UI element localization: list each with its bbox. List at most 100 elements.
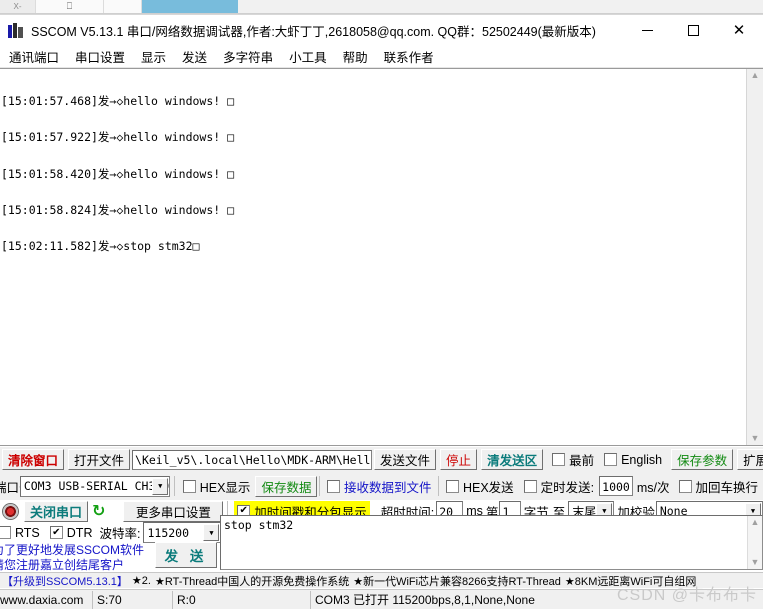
minimize-button[interactable]: [624, 15, 670, 46]
port-combo-value: COM3 USB-SERIAL CH340: [23, 479, 170, 493]
strip-tab-active[interactable]: [142, 0, 238, 13]
sscom-window: SSCOM V5.13.1 串口/网络数据调试器,作者:大虾丁丁,2618058…: [0, 14, 763, 609]
stop-button[interactable]: 停止: [440, 449, 478, 470]
file-path-field[interactable]: \Keil_v5\.local\Hello\MDK-ARM\Hello.uvpr…: [132, 449, 373, 470]
ad-wifi-8km[interactable]: ★8KM远距离WiFi可自组网: [563, 573, 698, 588]
send-scroll-up-icon[interactable]: ▲: [751, 518, 760, 527]
more-settings-button[interactable]: 更多串口设置: [123, 500, 224, 522]
topmost-label: 最前: [569, 454, 595, 468]
menu-bar: 通讯端口 串口设置 显示 发送 多字符串 小工具 帮助 联系作者: [0, 46, 763, 68]
ad-rtthread[interactable]: ★RT-Thread中国人的开源免费操作系统: [153, 573, 351, 588]
add-crlf-checkbox[interactable]: [678, 479, 692, 493]
strip-tab-3[interactable]: [104, 0, 142, 13]
hex-send-checkbox[interactable]: [445, 479, 459, 493]
hex-send-label: HEX发送: [462, 480, 514, 495]
receive-text-area[interactable]: [15:01:57.468]发→◇hello windows! □ [15:01…: [0, 69, 746, 445]
strip-tab-1[interactable]: X-: [0, 0, 36, 13]
clear-window-button[interactable]: 清除窗口: [2, 449, 65, 470]
extend-button[interactable]: 扩展: [737, 449, 763, 470]
scroll-up-icon[interactable]: ▲: [751, 71, 760, 80]
save-params-button[interactable]: 保存参数: [671, 449, 734, 470]
topmost-checkbox[interactable]: [552, 453, 566, 466]
menu-tools[interactable]: 小工具: [281, 47, 335, 66]
port-status-led-icon: [2, 502, 19, 520]
close-button[interactable]: ✕: [716, 15, 762, 46]
app-icon: [8, 22, 24, 39]
status-connection: COM3 已打开 115200bps,8,1,None,None: [315, 593, 535, 607]
clear-send-area-button[interactable]: 清发送区: [481, 449, 544, 470]
menu-display[interactable]: 显示: [133, 47, 174, 66]
port-combo[interactable]: COM3 USB-SERIAL CH340 ▼: [19, 475, 171, 497]
baud-combo-value: 115200: [147, 525, 190, 540]
refresh-icon[interactable]: ↻: [92, 501, 105, 521]
english-checkbox-wrap[interactable]: English: [604, 453, 662, 467]
status-bar: www.daxia.com S:70 R:0 COM3 已打开 115200bp…: [0, 589, 763, 609]
rts-wrap[interactable]: RTS: [0, 526, 40, 540]
dtr-checkbox[interactable]: [49, 526, 63, 539]
menu-comm-port[interactable]: 通讯端口: [1, 47, 67, 66]
english-checkbox[interactable]: [604, 453, 618, 466]
promo-line-2: 请您注册嘉立创结尾客户: [0, 558, 125, 572]
send-file-button[interactable]: 发送文件: [374, 449, 437, 470]
english-label: English: [621, 452, 663, 467]
rts-label: RTS: [15, 525, 40, 540]
ms-unit-label: ms/次: [636, 480, 670, 495]
add-crlf-label: 加回车换行: [695, 480, 759, 495]
menu-multi-string[interactable]: 多字符串: [215, 47, 281, 66]
recv-to-file-checkbox[interactable]: [326, 479, 340, 493]
maximize-icon: [687, 25, 699, 36]
close-port-button[interactable]: 关闭串口: [24, 500, 89, 522]
baud-combo[interactable]: 115200 ▼: [143, 522, 222, 543]
status-sent-count: S:70: [93, 590, 173, 609]
title-bar: SSCOM V5.13.1 串口/网络数据调试器,作者:大虾丁丁,2618058…: [0, 15, 763, 46]
separator: [174, 476, 175, 496]
ad-wifi-chip[interactable]: ★新一代WiFi芯片兼容8266支持RT-Thread: [351, 573, 563, 588]
dtr-label: DTR: [66, 525, 93, 540]
send-text-input[interactable]: stop stm32: [221, 516, 747, 569]
baud-label: 波特率:: [99, 527, 141, 541]
strip-tab-2[interactable]: ⎕: [36, 0, 104, 13]
separator: [438, 476, 439, 496]
ad-star-2[interactable]: ★2.: [130, 574, 153, 587]
dtr-wrap[interactable]: DTR: [49, 525, 93, 540]
separator: [319, 476, 320, 496]
minimize-icon: [641, 30, 653, 31]
timed-send-input[interactable]: 1000: [599, 476, 633, 496]
menu-help[interactable]: 帮助: [335, 47, 376, 66]
send-scrollbar[interactable]: ▲ ▼: [747, 516, 762, 569]
receive-panel: [15:01:57.468]发→◇hello windows! □ [15:01…: [0, 68, 763, 446]
status-received-count: R:0: [173, 590, 311, 609]
receive-scrollbar[interactable]: ▲ ▼: [746, 69, 763, 445]
promo-line-1: 为了更好地发展SSCOM软件: [0, 543, 145, 557]
menu-send[interactable]: 发送: [174, 47, 215, 66]
hex-send-wrap[interactable]: HEX发送: [445, 477, 514, 496]
save-data-button[interactable]: 保存数据: [255, 475, 318, 497]
send-button[interactable]: 发 送: [155, 542, 217, 568]
log-line: [15:01:58.420]发→◇hello windows! □: [1, 166, 235, 181]
rts-checkbox[interactable]: [0, 526, 11, 539]
chevron-down-icon[interactable]: ▼: [203, 524, 220, 541]
open-file-button[interactable]: 打开文件: [68, 449, 131, 470]
recv-to-file-wrap[interactable]: 接收数据到文件: [326, 477, 432, 496]
scroll-down-icon[interactable]: ▼: [751, 434, 760, 443]
send-scroll-down-icon[interactable]: ▼: [751, 558, 760, 567]
hex-display-checkbox[interactable]: [182, 479, 196, 493]
status-website[interactable]: www.daxia.com: [0, 590, 93, 609]
menu-serial-settings[interactable]: 串口设置: [67, 47, 133, 66]
ad-banner[interactable]: 【升级到SSCOM5.13.1】 ★2. ★RT-Thread中国人的开源免费操…: [0, 572, 763, 588]
log-line: [15:01:58.824]发→◇hello windows! □: [1, 203, 235, 218]
timed-send-checkbox[interactable]: [523, 479, 537, 493]
ad-upgrade-link[interactable]: 【升级到SSCOM5.13.1】: [0, 573, 130, 588]
add-crlf-wrap[interactable]: 加回车换行: [678, 477, 759, 496]
timed-send-wrap[interactable]: 定时发送:: [523, 477, 595, 496]
recv-to-file-label: 接收数据到文件: [343, 480, 432, 495]
maximize-button[interactable]: [670, 15, 716, 46]
timed-send-label: 定时发送:: [540, 480, 595, 495]
send-text-panel: stop stm32 ▲ ▼: [220, 515, 763, 570]
promo-text: 为了更好地发展SSCOM软件 请您注册嘉立创结尾客户: [0, 543, 150, 573]
toolbar-row-secondary: 端口号 COM3 USB-SERIAL CH340 ▼ HEX显示 保存数据 接…: [0, 472, 763, 500]
hex-display-wrap[interactable]: HEX显示: [182, 477, 250, 496]
menu-contact-author[interactable]: 联系作者: [376, 47, 442, 66]
chevron-down-icon[interactable]: ▼: [152, 477, 169, 495]
topmost-checkbox-wrap[interactable]: 最前: [552, 450, 594, 469]
